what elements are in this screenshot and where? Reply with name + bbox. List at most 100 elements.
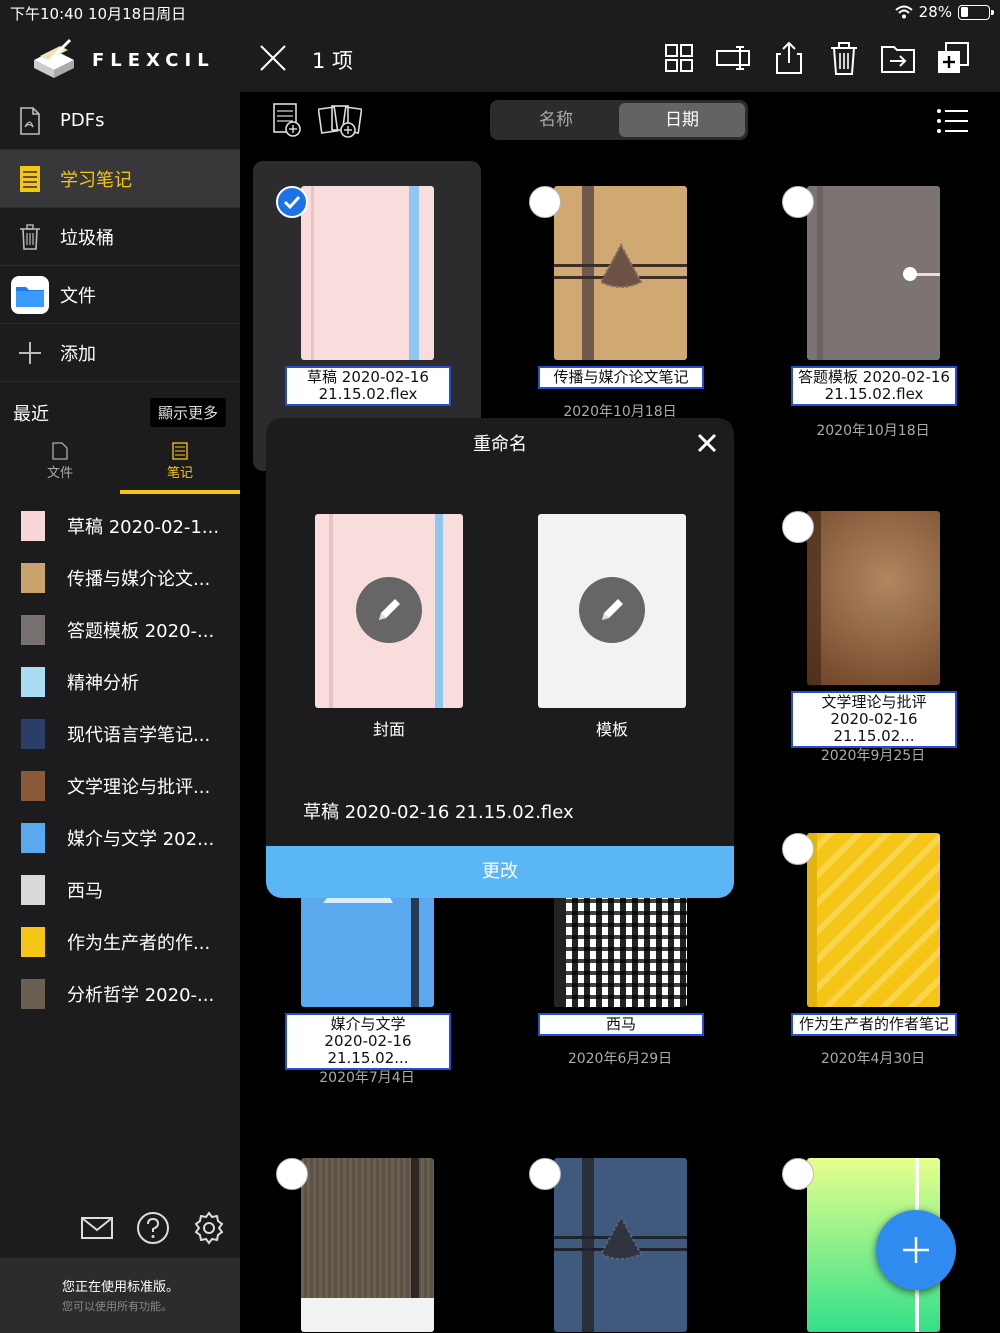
move-to-folder-icon[interactable] [881,41,915,75]
recent-list-item[interactable]: 答题模板 2020-... [0,604,240,656]
notebook-name[interactable]: 文学理论与批评 2020-02-16 21.15.02... [791,691,957,748]
recent-list-item[interactable]: 精神分析 [0,656,240,708]
edit-template-button[interactable] [579,577,645,643]
notebook-name[interactable]: 答题模板 2020-02-16 21.15.02.flex [791,366,957,406]
selection-checkbox[interactable] [782,833,814,865]
selection-count: 1 项 [312,49,354,73]
list-view-icon[interactable] [936,108,970,134]
tab-recent-files[interactable]: 文件 [0,436,120,492]
edit-cover-button[interactable] [356,577,422,643]
battery-icon [958,4,994,20]
recent-item-label: 西马 [67,881,103,902]
edition-footer: 您正在使用标准版。 您可以使用所有功能。 [0,1258,240,1333]
recent-list-item[interactable]: 现代语言学笔记... [0,708,240,760]
sidebar-item-label: PDFs [60,110,105,131]
recent-list-item[interactable]: 媒介与文学 202... [0,812,240,864]
share-icon[interactable] [772,41,806,75]
close-icon[interactable] [256,41,290,75]
edition-line-2: 您可以使用所有功能。 [62,1300,172,1313]
sidebar-item-add[interactable]: 添加 [0,324,240,382]
selection-checkbox[interactable] [782,511,814,543]
recent-item-label: 现代语言学笔记... [67,725,211,746]
status-time: 下午10:40 10月18日周日 [10,5,187,23]
notebook-card[interactable]: 文学理论与批评 2020-02-16 21.15.02... 2020年9月25… [759,486,987,796]
edit-template-option[interactable]: 模板 [538,514,686,739]
dialog-title: 重命名 [473,434,527,455]
app-name: FLEXCIL [92,50,215,71]
notebook-icon [20,165,40,192]
edit-cover-option[interactable]: 封面 [315,514,463,739]
delete-icon[interactable] [827,41,861,75]
recent-list-item[interactable]: 文学理论与批评... [0,760,240,812]
notebook-name[interactable]: 媒介与文学 2020-02-16 21.15.02... [285,1013,451,1070]
add-notebook-button[interactable] [876,1210,956,1290]
grid-icon[interactable] [662,41,696,75]
app-logo: FLEXCIL [0,26,240,92]
selection-checkbox[interactable] [529,1158,561,1190]
settings-icon[interactable] [192,1211,226,1245]
selection-checkbox[interactable] [276,186,308,218]
new-notebook-icon[interactable] [272,102,302,138]
notebook-name[interactable]: 西马 [538,1013,704,1036]
notebook-name[interactable]: 草稿 2020-02-16 21.15.02.flex [285,366,451,406]
help-icon[interactable] [136,1211,170,1245]
notebook-card[interactable]: 作为生产者的作者笔记 2020年4月30日 [759,808,987,1118]
recent-list-item[interactable]: 西马 [0,864,240,916]
rename-icon[interactable] [716,41,750,75]
mail-icon[interactable] [80,1211,114,1245]
notebook-thumbnail [21,771,45,801]
rename-dialog: 重命名 封面 模板 草稿 2020-02-16 21.15.02.flex 更改 [266,418,734,898]
notebook-thumbnail [21,823,45,853]
cover-preview [315,514,463,708]
tab-recent-notes[interactable]: 笔记 [120,436,240,494]
sidebar-item-notebooks[interactable]: 学习笔记 [0,150,240,208]
selection-checkbox[interactable] [782,186,814,218]
notebook-cover [554,1158,687,1332]
sidebar-item-pdfs[interactable]: PDFs [0,92,240,150]
notebook-icon [172,442,188,460]
recent-item-label: 传播与媒介论文... [67,569,211,590]
notebook-name[interactable]: 传播与媒介论文笔记 [538,366,704,389]
sidebar-item-files[interactable]: 文件 [0,266,240,324]
recent-list-item[interactable]: 作为生产者的作... [0,916,240,968]
status-bar: 下午10:40 10月18日周日 28% [0,0,1000,26]
recent-header: 最近 顯示更多 [0,394,240,434]
checkmark-icon [283,195,301,210]
recent-item-label: 答题模板 2020-... [67,621,215,642]
sort-by-date-button[interactable]: 日期 [619,103,745,137]
duplicate-icon[interactable] [936,41,970,75]
template-label: 模板 [595,720,628,739]
sidebar-item-trash[interactable]: 垃圾桶 [0,208,240,266]
notebook-card[interactable] [759,1133,987,1333]
show-more-button[interactable]: 顯示更多 [149,398,226,427]
notebook-thumbnail [21,875,45,905]
pencil-icon [379,599,400,620]
selection-checkbox[interactable] [529,186,561,218]
notebook-thumbnail [21,979,45,1009]
close-icon[interactable] [696,432,718,454]
notebook-name[interactable]: 作为生产者的作者笔记 [791,1013,957,1036]
selection-checkbox[interactable] [276,1158,308,1190]
notebook-thumbnail [21,563,45,593]
recent-list-item[interactable]: 分析哲学 2020-... [0,968,240,1020]
sidebar-item-label: 文件 [60,285,96,307]
sidebar-item-label: 添加 [60,343,96,365]
notebook-card[interactable] [253,1133,481,1333]
confirm-rename-button[interactable]: 更改 [266,846,734,898]
selection-checkbox[interactable] [782,1158,814,1190]
recent-title: 最近 [13,404,49,425]
filename-field[interactable]: 草稿 2020-02-16 21.15.02.flex [303,798,574,824]
notebook-date: 2020年9月25日 [820,748,926,764]
plus-icon [903,1237,929,1263]
recent-list-item[interactable]: 传播与媒介论文... [0,552,240,604]
notebook-card[interactable]: 答题模板 2020-02-16 21.15.02.flex 2020年10月18… [759,161,987,471]
trash-icon [20,223,40,250]
view-bar: 名称 日期 [240,92,1000,156]
sort-by-name-button[interactable]: 名称 [493,103,619,137]
new-notebooks-batch-icon[interactable] [318,104,362,138]
notebook-card[interactable] [506,1133,734,1333]
recent-list-item[interactable]: 草稿 2020-02-1... [0,500,240,552]
notebook-cover [807,833,940,1007]
notebook-cover [301,186,434,360]
recent-item-label: 作为生产者的作... [67,933,211,954]
